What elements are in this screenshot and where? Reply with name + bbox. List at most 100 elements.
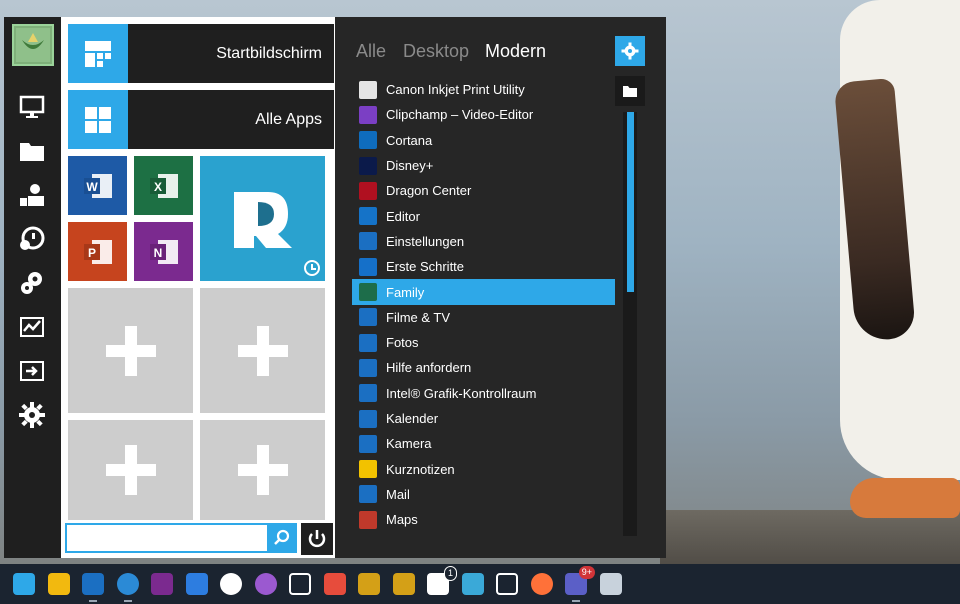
tab-modern[interactable]: Modern bbox=[485, 41, 546, 62]
ring-app-icon bbox=[358, 573, 380, 595]
gears-icon[interactable] bbox=[13, 265, 51, 301]
power-icon bbox=[308, 530, 326, 548]
exit-screen-icon[interactable] bbox=[13, 353, 51, 389]
app-list-item[interactable]: Kurznotizen bbox=[355, 456, 615, 481]
list-scrollbar-thumb[interactable] bbox=[627, 112, 634, 292]
app-list-item[interactable]: Mail bbox=[355, 482, 615, 507]
app-label: Filme & TV bbox=[386, 309, 451, 325]
start-screen-button[interactable]: Startbildschirm bbox=[68, 24, 334, 83]
app-icon bbox=[359, 358, 377, 377]
app-label: Erste Schritte bbox=[386, 259, 465, 275]
app-list-item[interactable]: Editor bbox=[355, 203, 615, 228]
app-list-item[interactable]: Filme & TV bbox=[355, 305, 615, 330]
ring-app-2-taskbar-button[interactable] bbox=[390, 570, 418, 598]
network-icon[interactable] bbox=[13, 221, 51, 257]
app-icon bbox=[359, 181, 377, 200]
onenote-taskbar-button[interactable] bbox=[148, 570, 176, 598]
todo-icon bbox=[185, 573, 208, 595]
outlook-icon bbox=[82, 573, 104, 595]
onenote-icon bbox=[151, 573, 173, 595]
app-label: Hilfe anfordern bbox=[386, 360, 472, 376]
plus-icon bbox=[105, 445, 156, 495]
app-icon bbox=[359, 131, 377, 150]
ring-app-taskbar-button[interactable] bbox=[355, 570, 383, 598]
app-list-item[interactable]: Einstellungen bbox=[355, 229, 615, 254]
powerpoint-tile[interactable]: P bbox=[68, 222, 127, 281]
excel-icon: X bbox=[149, 173, 178, 198]
game-app-taskbar-button[interactable] bbox=[321, 570, 349, 598]
app-list-item[interactable]: Kalender bbox=[355, 406, 615, 431]
folder-button[interactable] bbox=[615, 76, 645, 106]
search-input[interactable] bbox=[67, 525, 295, 551]
steam-taskbar-button[interactable] bbox=[217, 570, 245, 598]
app-label: Cortana bbox=[386, 132, 433, 148]
list-settings-button[interactable] bbox=[615, 36, 645, 66]
app-list-item[interactable]: Clipchamp – Video-Editor bbox=[355, 102, 615, 127]
app-list-item[interactable]: Maps bbox=[355, 507, 615, 532]
teams-taskbar-button[interactable]: 9+ bbox=[562, 566, 595, 602]
factory-taskbar-button[interactable] bbox=[597, 570, 625, 598]
add-tile-button[interactable] bbox=[200, 288, 325, 413]
app-list-item[interactable]: Intel® Grafik-Kontrollraum bbox=[355, 381, 615, 406]
onenote-tile[interactable]: N bbox=[134, 222, 193, 281]
add-tile-button[interactable] bbox=[68, 288, 193, 413]
word-tile[interactable]: W bbox=[68, 156, 127, 215]
all-apps-icon bbox=[68, 90, 128, 149]
space-invader-taskbar-button[interactable] bbox=[493, 570, 521, 598]
plus-icon bbox=[237, 445, 288, 495]
gear-icon[interactable] bbox=[13, 397, 51, 433]
tab-all[interactable]: Alle bbox=[356, 41, 386, 62]
dolphin-taskbar-button[interactable] bbox=[459, 570, 487, 598]
reader-app-tile[interactable] bbox=[200, 156, 325, 281]
search-button[interactable] bbox=[267, 523, 297, 553]
app-list-item[interactable]: Dragon Center bbox=[355, 178, 615, 203]
edge-taskbar-button[interactable] bbox=[114, 570, 142, 602]
app-label: Einstellungen bbox=[386, 233, 465, 249]
firefox-taskbar-button[interactable] bbox=[528, 570, 556, 598]
app-list-item[interactable]: Cortana bbox=[355, 128, 615, 153]
start-screen-icon bbox=[68, 24, 128, 83]
folder-icon bbox=[623, 86, 637, 97]
app-list-item[interactable]: Kamera bbox=[355, 431, 615, 456]
app-list-item[interactable]: Hilfe anfordern bbox=[355, 355, 615, 380]
app-icon bbox=[359, 207, 377, 226]
app-label: Kalender bbox=[386, 411, 439, 426]
all-apps-button[interactable]: Alle Apps bbox=[68, 90, 334, 149]
ring-app-2-icon bbox=[392, 573, 415, 595]
tiles-panel: Startbildschirm Alle Apps W X P N bbox=[61, 17, 335, 558]
excel-tile[interactable]: X bbox=[134, 156, 193, 215]
activity-chart-icon[interactable] bbox=[13, 309, 51, 345]
tab-desktop[interactable]: Desktop bbox=[403, 41, 469, 62]
app-list-item[interactable]: Erste Schritte bbox=[355, 254, 615, 279]
app-label: Family bbox=[386, 284, 425, 300]
chat-taskbar-button[interactable]: 1 bbox=[424, 566, 457, 598]
app-icon bbox=[359, 333, 377, 352]
app-list-item[interactable]: Disney+ bbox=[355, 153, 615, 178]
file-explorer-taskbar-button[interactable] bbox=[45, 570, 73, 598]
epic-games-taskbar-button[interactable] bbox=[286, 570, 314, 598]
running-indicator bbox=[123, 600, 132, 602]
svg-text:P: P bbox=[87, 246, 95, 260]
add-tile-button[interactable] bbox=[200, 420, 325, 520]
app-list-item[interactable]: Canon Inkjet Print Utility bbox=[355, 77, 615, 102]
todo-taskbar-button[interactable] bbox=[183, 570, 211, 598]
folder-icon[interactable] bbox=[13, 133, 51, 169]
user-avatar[interactable] bbox=[12, 24, 54, 66]
start-menu: Startbildschirm Alle Apps W X P N Alle D… bbox=[4, 17, 666, 558]
outlook-taskbar-button[interactable] bbox=[79, 570, 107, 602]
sync-icon bbox=[304, 260, 320, 276]
app-list-item[interactable]: Fotos bbox=[355, 330, 615, 355]
app-list-item[interactable]: Family bbox=[352, 279, 615, 305]
file-explorer-icon bbox=[47, 573, 70, 595]
search-box bbox=[65, 523, 297, 553]
app-icon bbox=[359, 460, 377, 479]
app-icon bbox=[359, 384, 377, 403]
users-icon[interactable] bbox=[13, 177, 51, 213]
start-menu-taskbar-button[interactable] bbox=[10, 570, 38, 598]
circle-app-taskbar-button[interactable] bbox=[252, 570, 280, 598]
app-label: Mail bbox=[386, 486, 410, 502]
steam-icon bbox=[220, 573, 242, 595]
power-button[interactable] bbox=[301, 523, 333, 555]
add-tile-button[interactable] bbox=[68, 420, 193, 520]
monitor-icon[interactable] bbox=[13, 89, 51, 125]
